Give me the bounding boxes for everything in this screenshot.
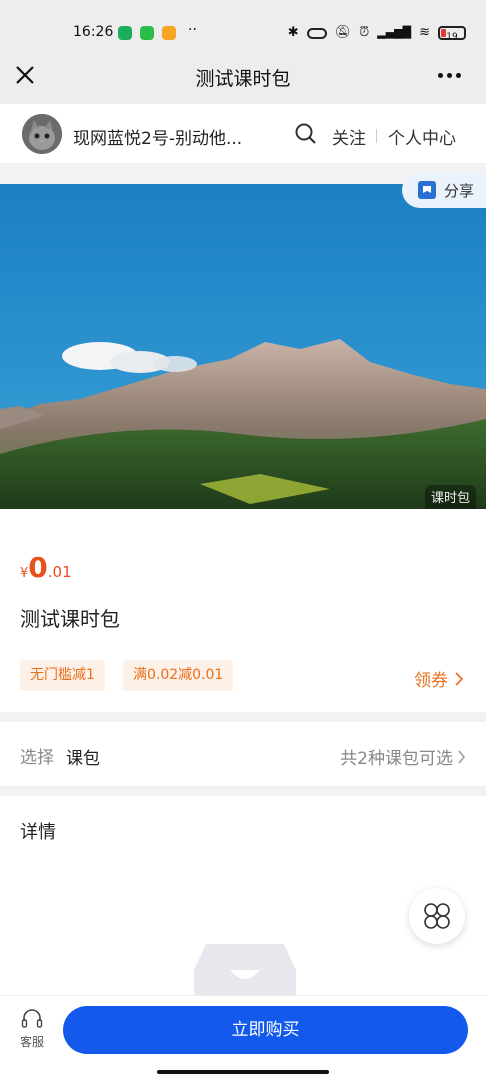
bottom-bar: 客服 立即购买 (0, 995, 486, 1081)
vibrate-icon (306, 27, 327, 39)
coupon-tag[interactable]: 满0.02减0.01 (123, 660, 234, 691)
product-banner[interactable]: 课时包 (0, 184, 486, 509)
get-coupon-button[interactable]: 领券 (414, 666, 464, 691)
select-label: 选择 (20, 748, 54, 768)
nav-bar: 测试课时包 (0, 48, 486, 104)
battery-icon: 19 (438, 26, 466, 42)
coupon-tag[interactable]: 无门槛减1 (20, 660, 105, 691)
battery-level: 19 (446, 32, 458, 42)
select-options-summary: 共2种课包可选 (340, 744, 466, 769)
product-name: 测试课时包 (20, 607, 120, 631)
status-bar: 16:26 ·· ✱ 🔕︎ ⏰︎ ▂▄▆█ ≋ 19 (0, 0, 486, 48)
price-decimal: .01 (47, 563, 72, 581)
select-value: 课包 (66, 749, 100, 769)
app-notification-icon (118, 26, 132, 40)
headset-icon (21, 1009, 43, 1028)
bluetooth-icon: ✱ (287, 25, 299, 40)
follow-button[interactable]: 关注 (332, 124, 366, 149)
notes-notification-icon (162, 26, 176, 40)
more-icon[interactable] (438, 62, 468, 88)
empty-box-icon (194, 944, 296, 1000)
share-icon (418, 181, 436, 199)
header-divider (376, 129, 377, 143)
get-coupon-label: 领券 (414, 671, 448, 691)
personal-center-link[interactable]: 个人中心 (388, 124, 456, 149)
signal-icon: ▂▄▆█ (377, 26, 412, 39)
page: 16:26 ·· ✱ 🔕︎ ⏰︎ ▂▄▆█ ≋ 19 测试课时包 现网蓝悦2号-… (0, 0, 486, 1081)
home-indicator (157, 1070, 329, 1074)
battery-fill (441, 29, 446, 37)
detail-heading: 详情 (20, 822, 56, 843)
banner-tag: 课时包 (424, 485, 476, 509)
options-count-label: 共2种课包可选 (340, 749, 453, 769)
more-notifications-icon: ·· (188, 22, 197, 38)
menu-fab[interactable] (409, 888, 465, 944)
product-info: ¥0.01 测试课时包 无门槛减1 满0.02减0.01 领券 (0, 509, 486, 712)
cat-avatar-icon (22, 114, 62, 154)
price-integer: 0 (28, 551, 48, 584)
wifi-icon: ≋ (419, 25, 430, 40)
clover-menu-icon (424, 903, 450, 929)
search-icon[interactable] (294, 122, 318, 146)
store-header: 现网蓝悦2号-别动他... 关注 个人中心 (0, 104, 486, 164)
chevron-right-icon (458, 750, 465, 763)
store-name[interactable]: 现网蓝悦2号-别动他... (73, 124, 242, 149)
mute-icon: 🔕︎ (334, 25, 352, 40)
customer-service-label: 客服 (19, 1035, 44, 1049)
status-time: 16:26 (73, 24, 114, 40)
customer-service-button[interactable]: 客服 (12, 1008, 52, 1050)
alarm-icon: ⏰︎ (359, 25, 370, 40)
mountain-landscape-image (0, 184, 486, 509)
share-button[interactable]: 分享 (402, 172, 486, 208)
buy-now-button[interactable]: 立即购买 (63, 1006, 468, 1054)
package-select-row[interactable]: 选择 课包 共2种课包可选 (0, 722, 486, 786)
share-label: 分享 (444, 181, 475, 200)
page-title: 测试课时包 (195, 68, 291, 90)
status-icons: ✱ 🔕︎ ⏰︎ ▂▄▆█ ≋ 19 (287, 25, 466, 42)
store-avatar[interactable] (22, 114, 62, 154)
wechat-notification-icon (140, 26, 154, 40)
chevron-right-icon (455, 671, 464, 686)
product-price: ¥0.01 (20, 551, 72, 584)
